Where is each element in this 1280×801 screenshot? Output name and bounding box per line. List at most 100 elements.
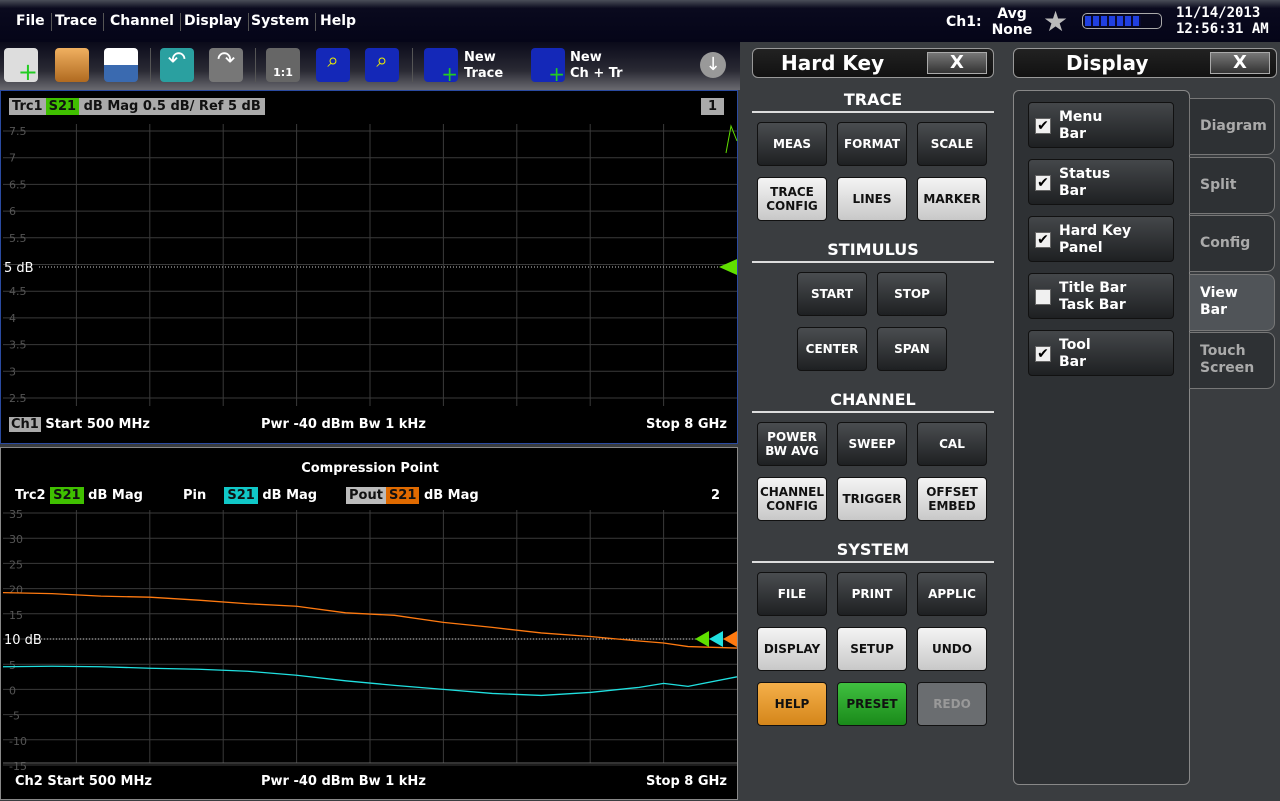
hardkey-applic-button[interactable]: APPLIC — [917, 572, 987, 616]
y-tick-label: 3.5 — [9, 339, 27, 352]
tab-config[interactable]: Config — [1189, 215, 1275, 272]
y-tick-label: 7.5 — [9, 125, 27, 138]
power-bw: Pwr -40 dBm Bw 1 kHz — [261, 774, 426, 789]
start-freq: Start 500 MHz — [47, 774, 152, 789]
option-label: Hard Key Panel — [1059, 223, 1131, 257]
hardkey-format-button[interactable]: FORMAT — [837, 122, 907, 166]
hardkey-setup-button[interactable]: SETUP — [837, 627, 907, 671]
option-hard-key-panel[interactable]: ✔ Hard Key Panel — [1028, 216, 1174, 262]
tab-label-1: View — [1200, 284, 1238, 301]
hardkey-offset-embed-button[interactable]: OFFSET EMBED — [917, 477, 987, 521]
hardkey-marker-button[interactable]: MARKER — [917, 177, 987, 221]
hardkey-center-button[interactable]: CENTER — [797, 327, 867, 371]
y-tick-label: 6 — [9, 205, 16, 218]
tab-label-1: Touch — [1200, 343, 1246, 359]
checkbox[interactable] — [1035, 289, 1051, 305]
option-label-1: Menu — [1059, 109, 1103, 125]
hardkey-power-bw-avg-button[interactable]: POWER BW AVG — [757, 422, 827, 466]
y-tick-label: 15 — [9, 609, 23, 622]
new-trace-button[interactable]: New Trace — [464, 50, 503, 82]
new-trace-label-2: Trace — [464, 66, 504, 81]
star-icon: ★ — [1043, 5, 1069, 38]
diagram-1[interactable]: Trc1 S21 dB Mag 0.5 dB/ Ref 5 dB 1 7.5 7 6.… — [0, 90, 738, 444]
scroll-down-icon[interactable]: ↓ — [700, 52, 726, 78]
hard-key-title: Hard Key X — [752, 48, 994, 78]
menu-file[interactable]: File — [10, 13, 52, 31]
hardkey-file-button[interactable]: FILE — [757, 572, 827, 616]
checkbox[interactable]: ✔ — [1035, 118, 1051, 134]
section-stimulus: STIMULUS — [752, 240, 994, 263]
new-file-icon[interactable]: + — [4, 48, 38, 84]
zoom-trace-icon[interactable]: ⌕ — [365, 48, 399, 82]
avg-label: Avg — [997, 6, 1027, 22]
menu-system[interactable]: System — [245, 13, 317, 31]
hardkey-stop-button[interactable]: STOP — [877, 272, 947, 316]
channel-label: Ch1 — [9, 417, 41, 432]
menu-channel[interactable]: Channel — [104, 13, 181, 31]
zoom-reset-icon[interactable]: 1:1 — [266, 48, 300, 82]
reference-marker — [723, 631, 737, 647]
hardkey-display-button[interactable]: DISPLAY — [757, 627, 827, 671]
tab-touch-screen[interactable]: Touch Screen — [1189, 332, 1275, 389]
hardkey-cal-button[interactable]: CAL — [917, 422, 987, 466]
hardkey-lines-button[interactable]: LINES — [837, 177, 907, 221]
hardkey-channel-config-button[interactable]: CHANNEL CONFIG — [757, 477, 827, 521]
menu-help[interactable]: Help — [314, 13, 362, 31]
tab-split[interactable]: Split — [1189, 156, 1275, 214]
stop-freq: Stop 8 GHz — [645, 774, 727, 789]
checkbox[interactable]: ✔ — [1035, 175, 1051, 191]
hardkey-start-button[interactable]: START — [797, 272, 867, 316]
option-status-bar[interactable]: ✔ Status Bar — [1028, 159, 1174, 205]
open-folder-icon[interactable] — [55, 48, 89, 82]
y-tick-label: -10 — [9, 735, 27, 748]
new-channel-button[interactable]: New Ch + Tr — [570, 50, 623, 82]
redo-icon[interactable]: ↷ — [209, 48, 243, 82]
menu-trace[interactable]: Trace — [49, 13, 105, 31]
hardkey-meas-button[interactable]: MEAS — [757, 122, 827, 166]
hardkey-scale-button[interactable]: SCALE — [917, 122, 987, 166]
tab-diagram[interactable]: Diagram — [1189, 98, 1275, 155]
hardkey-undo-button[interactable]: UNDO — [917, 627, 987, 671]
tab-label-2: Screen — [1200, 360, 1255, 376]
power-bw: Pwr -40 dBm Bw 1 kHz — [261, 417, 426, 432]
checkbox[interactable]: ✔ — [1035, 346, 1051, 362]
diagram-1-grid: 7.5 7 6.5 6 5.5 4.5 4 3.5 3 2.5 5 dB — [3, 124, 738, 406]
option-label-1: Status — [1059, 166, 1111, 182]
start-freq: Start 500 MHz — [45, 417, 150, 432]
tool-bar: + ↶ ↷ 1:1 ⌕ ⌕ + New Trace + New Ch + Tr ↓ — [0, 42, 740, 90]
hardkey-trigger-button[interactable]: TRIGGER — [837, 477, 907, 521]
hardkey-sweep-button[interactable]: SWEEP — [837, 422, 907, 466]
save-icon[interactable] — [104, 48, 138, 82]
option-label-2: Bar — [1059, 126, 1087, 142]
hardkey-span-button[interactable]: SPAN — [877, 327, 947, 371]
tab-label-1: Config — [1200, 235, 1251, 251]
hardkey-redo-button[interactable]: REDO — [917, 682, 987, 726]
new-trace-icon[interactable]: + — [424, 48, 458, 84]
hardkey-print-button[interactable]: PRINT — [837, 572, 907, 616]
reference-marker — [695, 631, 709, 647]
tab-label-2: Bar — [1200, 301, 1228, 318]
new-channel-icon[interactable]: + — [531, 48, 565, 84]
hardkey-help-button[interactable]: HELP — [757, 682, 827, 726]
menu-display[interactable]: Display — [178, 13, 249, 31]
y-tick-label: 4 — [9, 312, 16, 325]
y-tick-label: 4.5 — [9, 285, 27, 298]
option-title-bar-task-bar[interactable]: Title Bar Task Bar — [1028, 273, 1174, 319]
hardkey-preset-button[interactable]: PRESET — [837, 682, 907, 726]
option-menu-bar[interactable]: ✔ Menu Bar — [1028, 102, 1174, 148]
option-label: Menu Bar — [1059, 109, 1102, 143]
y-tick-label: -5 — [9, 710, 20, 723]
hardkey-trace-config-button[interactable]: TRACE CONFIG — [757, 177, 827, 221]
diagram-2[interactable]: Compression Point Trc2 S21 dB Mag Pin S2… — [0, 447, 738, 800]
option-label-2: Task Bar — [1059, 297, 1126, 313]
close-display-button[interactable]: X — [1210, 52, 1270, 74]
section-system: SYSTEM — [752, 540, 994, 563]
zoom-icon[interactable]: ⌕ — [316, 48, 350, 82]
y-tick-label: 3 — [9, 365, 16, 378]
undo-icon[interactable]: ↶ — [160, 48, 194, 82]
option-tool-bar[interactable]: ✔ Tool Bar — [1028, 330, 1174, 376]
close-hard-key-button[interactable]: X — [927, 52, 987, 74]
y-tick-label: 7 — [9, 152, 16, 165]
checkbox[interactable]: ✔ — [1035, 232, 1051, 248]
tab-view-bar[interactable]: View Bar — [1189, 273, 1275, 331]
